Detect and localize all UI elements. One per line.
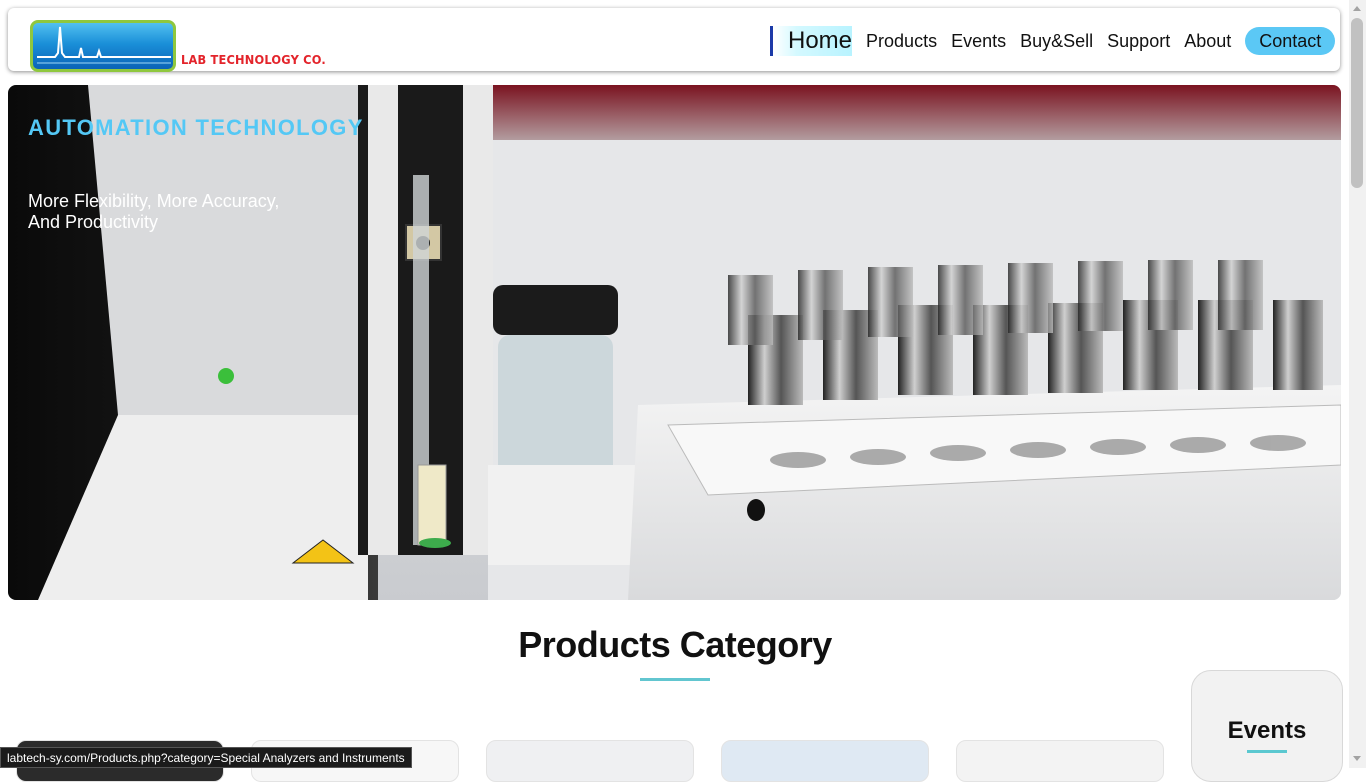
hero-subtitle-line1: More Flexibility, More Accuracy,: [28, 191, 280, 211]
nav-support[interactable]: Support: [1107, 31, 1170, 52]
category-card[interactable]: [721, 740, 929, 782]
nav-home[interactable]: Home: [770, 26, 853, 56]
category-card[interactable]: [486, 740, 694, 782]
logo[interactable]: LAB TECHNOLOGY CO.: [30, 10, 330, 74]
events-panel: Events: [1191, 670, 1343, 782]
link-status-bar: labtech-sy.com/Products.php?category=Spe…: [0, 747, 412, 768]
contact-button[interactable]: Contact: [1245, 27, 1336, 55]
scroll-thumb[interactable]: [1351, 18, 1363, 188]
products-category-title: Products Category: [518, 624, 832, 665]
site-header: LAB TECHNOLOGY CO. Home Products Events …: [8, 8, 1340, 74]
title-underline: [640, 678, 710, 681]
category-card[interactable]: [956, 740, 1164, 782]
hero-banner[interactable]: AUTOMATION TECHNOLOGY More Flexibility, …: [8, 85, 1341, 600]
nav-events[interactable]: Events: [951, 31, 1006, 52]
scroll-up-arrow-icon[interactable]: [1353, 6, 1361, 11]
hero-subtitle-line2: And Productivity: [28, 212, 159, 232]
nav-products[interactable]: Products: [866, 31, 937, 52]
vertical-scrollbar[interactable]: [1349, 0, 1366, 768]
chromatogram-icon: [37, 26, 171, 64]
hero-image: [8, 85, 1341, 600]
logo-text: LAB TECHNOLOGY CO.: [181, 53, 326, 67]
logo-graphic: [30, 20, 176, 72]
events-underline: [1247, 750, 1287, 753]
nav-about[interactable]: About: [1184, 31, 1231, 52]
scroll-down-arrow-icon[interactable]: [1353, 756, 1361, 761]
main-nav: Home Products Events Buy&Sell Support Ab…: [770, 26, 1336, 56]
hero-title: AUTOMATION TECHNOLOGY: [28, 115, 364, 140]
events-title: Events: [1227, 717, 1307, 744]
nav-buy-sell[interactable]: Buy&Sell: [1020, 31, 1093, 52]
hero-subtitle: More Flexibility, More Accuracy, And Pro…: [28, 191, 348, 233]
